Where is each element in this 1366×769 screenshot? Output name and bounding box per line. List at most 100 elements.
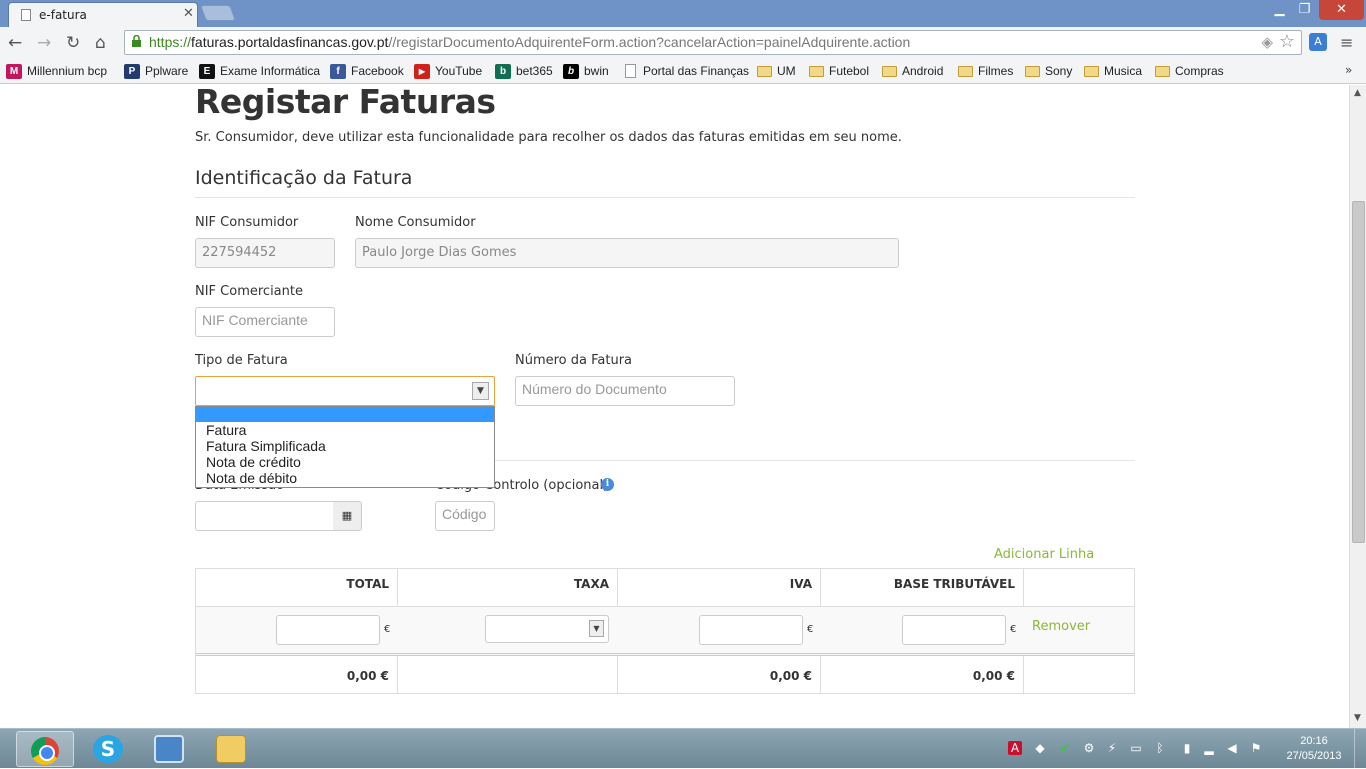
- millennium-icon: M: [6, 63, 22, 79]
- facebook-icon: f: [330, 63, 346, 79]
- nif-comerciante-field[interactable]: [195, 307, 335, 337]
- numero-fatura-input[interactable]: [522, 381, 728, 397]
- reload-icon[interactable]: ↻: [66, 33, 80, 53]
- iva-input[interactable]: [699, 615, 803, 645]
- bookmark-folder-compras[interactable]: Compras: [1155, 62, 1224, 80]
- page-scrollbar[interactable]: ▲ ▼: [1349, 85, 1366, 728]
- folder-icon: [882, 65, 897, 77]
- menu-icon[interactable]: ≡: [1340, 33, 1353, 52]
- minimize-icon[interactable]: ▁: [1267, 0, 1292, 20]
- chevron-down-icon[interactable]: ▼: [589, 620, 604, 637]
- extension-icon[interactable]: A: [1309, 33, 1327, 51]
- device-tray-icon[interactable]: ⚙: [1082, 741, 1096, 755]
- tipo-fatura-select[interactable]: ▼: [195, 376, 495, 406]
- codigo-field[interactable]: [435, 501, 495, 531]
- data-emissao-field[interactable]: [195, 501, 334, 531]
- bookmark-folder-android[interactable]: Android: [882, 62, 943, 80]
- lock-icon: [132, 35, 141, 47]
- numero-fatura-label: Número da Fatura: [515, 353, 633, 368]
- close-window-icon[interactable]: ✕: [1319, 0, 1364, 20]
- bluetooth-icon[interactable]: ᛒ: [1153, 741, 1167, 755]
- nome-consumidor-field[interactable]: Paulo Jorge Dias Gomes: [355, 238, 899, 268]
- bookmark-portal-financas[interactable]: Portal das Finanças: [625, 62, 749, 80]
- bookmark-folder-filmes[interactable]: Filmes: [958, 62, 1013, 80]
- network-app-icon[interactable]: [154, 735, 184, 763]
- bookmark-bwin[interactable]: b bwin: [563, 62, 609, 80]
- tab-strip: e-fatura ✕ ▁ ❐ ✕: [0, 0, 1366, 27]
- table-total-divider: [196, 653, 1134, 656]
- bookmark-facebook[interactable]: f Facebook: [330, 62, 404, 80]
- numero-fatura-field[interactable]: [515, 376, 735, 406]
- dropdown-option-nota-credito[interactable]: Nota de crédito: [196, 454, 494, 470]
- battery-icon[interactable]: ▮: [1180, 741, 1194, 755]
- calendar-icon[interactable]: ▦: [333, 501, 362, 531]
- acrobat-tray-icon[interactable]: A: [1008, 741, 1022, 755]
- new-tab-button[interactable]: [200, 5, 236, 21]
- iva-sum: 0,00 €: [769, 669, 812, 683]
- currency-symbol: €: [1010, 624, 1017, 635]
- signal-icon[interactable]: ▂: [1202, 741, 1216, 755]
- bookmark-bet365[interactable]: b bet365: [495, 62, 553, 80]
- clock-date: 27/05/2013: [1286, 750, 1342, 762]
- codigo-input[interactable]: [442, 506, 488, 522]
- dropdown-option-fatura[interactable]: Fatura: [196, 422, 494, 438]
- bookmark-star-icon[interactable]: ☆: [1279, 31, 1295, 52]
- bookmark-pplware[interactable]: P Pplware: [124, 62, 188, 80]
- back-icon[interactable]: ←: [8, 33, 22, 53]
- youtube-icon: ▶: [414, 63, 430, 79]
- bookmark-folder-sony[interactable]: Sony: [1025, 62, 1072, 80]
- base-sum: 0,00 €: [972, 669, 1015, 683]
- display-tray-icon[interactable]: ▭: [1129, 741, 1143, 755]
- total-sum: 0,00 €: [346, 669, 389, 683]
- scroll-up-icon[interactable]: ▲: [1354, 88, 1361, 98]
- bookmark-youtube[interactable]: ▶ YouTube: [414, 62, 482, 80]
- nif-consumidor-field[interactable]: 227594452: [195, 238, 335, 268]
- bookmarks-overflow-icon[interactable]: »: [1345, 63, 1352, 77]
- taxa-select[interactable]: ▼: [485, 615, 609, 643]
- page-title: Registar Faturas: [195, 85, 496, 121]
- home-icon[interactable]: ⌂: [95, 33, 106, 53]
- dropbox-tray-icon[interactable]: ◆: [1033, 741, 1047, 755]
- taskbar-chrome-button[interactable]: [16, 731, 74, 767]
- close-tab-icon[interactable]: ✕: [183, 6, 194, 21]
- forward-icon[interactable]: →: [37, 33, 51, 53]
- nif-comerciante-label: NIF Comerciante: [195, 284, 303, 299]
- bookmark-exame[interactable]: E Exame Informática: [199, 62, 320, 80]
- browser-toolbar: ← → ↻ ⌂ https://faturas.portaldasfinanca…: [0, 27, 1366, 59]
- info-icon[interactable]: i: [601, 478, 614, 491]
- bookmarks-bar: M Millennium bcp P Pplware E Exame Informát…: [0, 59, 1366, 84]
- translate-icon[interactable]: ◈: [1261, 33, 1273, 51]
- sync-tray-icon[interactable]: ⚡: [1105, 741, 1119, 755]
- bookmark-folder-musica[interactable]: Musica: [1084, 62, 1142, 80]
- address-bar[interactable]: https://faturas.portaldasfinancas.gov.pt…: [124, 30, 1302, 55]
- currency-symbol: €: [384, 624, 391, 635]
- dropdown-option-empty[interactable]: [196, 407, 494, 422]
- chevron-down-icon[interactable]: ▼: [472, 382, 489, 400]
- bookmark-folder-futebol[interactable]: Futebol: [809, 62, 869, 80]
- dropdown-option-fatura-simplificada[interactable]: Fatura Simplificada: [196, 438, 494, 454]
- pplware-icon: P: [124, 63, 140, 79]
- bwin-icon: b: [563, 63, 579, 79]
- maximize-icon[interactable]: ❐: [1292, 0, 1317, 20]
- nif-comerciante-input[interactable]: [202, 312, 328, 328]
- adicionar-linha-link[interactable]: Adicionar Linha: [994, 547, 1094, 562]
- scroll-down-icon[interactable]: ▼: [1354, 713, 1361, 723]
- skype-icon[interactable]: S: [93, 735, 123, 763]
- remover-link[interactable]: Remover: [1032, 619, 1090, 634]
- app-tray-icon[interactable]: ✔: [1058, 741, 1072, 755]
- show-desktop-button[interactable]: [1354, 729, 1366, 769]
- volume-icon[interactable]: ◀: [1225, 741, 1239, 755]
- tab-title: e-fatura: [39, 8, 87, 22]
- scrollbar-thumb[interactable]: [1352, 201, 1365, 543]
- flag-icon[interactable]: ⚑: [1249, 741, 1263, 755]
- tab-e-fatura[interactable]: e-fatura ✕: [8, 2, 198, 27]
- dropdown-option-nota-debito[interactable]: Nota de débito: [196, 470, 494, 486]
- bookmark-millennium[interactable]: M Millennium bcp: [6, 62, 107, 80]
- base-tributavel-input[interactable]: [902, 615, 1006, 645]
- explorer-icon[interactable]: [216, 735, 246, 763]
- folder-icon: [757, 65, 772, 77]
- total-input[interactable]: [276, 615, 380, 645]
- clock[interactable]: 20:16 27/05/2013: [1284, 734, 1344, 764]
- nome-consumidor-label: Nome Consumidor: [355, 215, 476, 230]
- bookmark-folder-um[interactable]: UM: [757, 62, 796, 80]
